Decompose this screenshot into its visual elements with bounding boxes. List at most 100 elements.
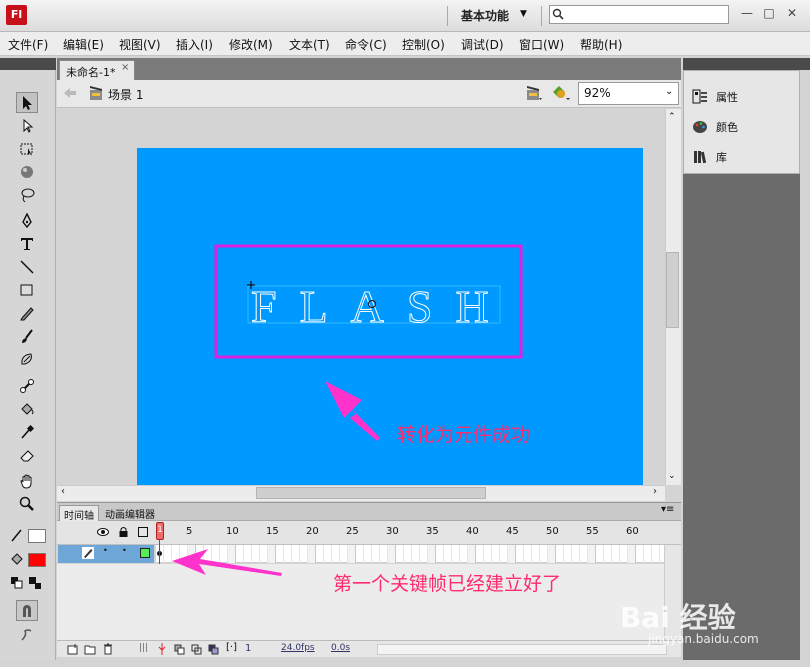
playhead[interactable]: 1 — [156, 522, 164, 540]
rectangle-tool-icon[interactable] — [16, 279, 38, 300]
frame-cell[interactable] — [620, 545, 628, 563]
scroll-up-icon[interactable]: ⌃ — [668, 112, 676, 122]
zoom-tool-icon[interactable] — [16, 493, 38, 514]
frame-cell[interactable] — [292, 545, 300, 563]
frame-cell[interactable] — [476, 545, 484, 563]
text-tool-icon[interactable] — [16, 233, 38, 254]
maximize-button[interactable]: □ — [760, 6, 778, 20]
color-panel-button[interactable]: 颜色 — [692, 119, 738, 135]
menu-control[interactable]: 控制(O) — [402, 36, 445, 53]
layer-visible-dot[interactable]: • — [103, 546, 108, 555]
menu-insert[interactable]: 插入(I) — [176, 36, 213, 53]
frame-cell[interactable] — [348, 545, 356, 563]
frame-cell[interactable] — [308, 545, 316, 563]
tab-motion-editor[interactable]: 动画编辑器 — [101, 505, 159, 522]
frame-cell[interactable] — [420, 545, 428, 563]
frame-cell[interactable] — [364, 545, 372, 563]
menu-text[interactable]: 文本(T) — [289, 36, 330, 53]
chevron-down-icon[interactable]: ⌄ — [665, 86, 673, 97]
fps-readout[interactable]: 24.0fps — [281, 643, 315, 653]
new-folder-icon[interactable] — [84, 644, 96, 655]
onion-skin-icon[interactable] — [174, 644, 186, 655]
frame-cell[interactable] — [484, 545, 492, 563]
right-panel-scrollbar[interactable] — [800, 70, 810, 660]
frame-cell[interactable] — [428, 545, 436, 563]
hand-tool-icon[interactable] — [16, 470, 38, 491]
subselection-tool-icon[interactable] — [16, 115, 38, 136]
frame-ruler[interactable]: 5 10 15 20 25 30 35 40 45 50 55 60 — [156, 521, 664, 545]
vertical-scroll-thumb[interactable] — [666, 252, 679, 328]
frame-cell[interactable] — [500, 545, 508, 563]
back-arrow-icon[interactable] — [63, 87, 77, 99]
frame-cell[interactable] — [492, 545, 500, 563]
frame-cell[interactable] — [508, 545, 516, 563]
frame-cell[interactable] — [404, 545, 412, 563]
edit-symbols-icon[interactable] — [551, 84, 571, 102]
edit-scene-icon[interactable] — [525, 84, 543, 102]
stroke-color-icon[interactable] — [6, 524, 28, 545]
frame-cell[interactable] — [468, 545, 476, 563]
frame-cell[interactable] — [532, 545, 540, 563]
frame-cell[interactable] — [396, 545, 404, 563]
3d-rotation-tool-icon[interactable] — [16, 161, 38, 182]
frame-cell[interactable] — [388, 545, 396, 563]
frame-cell[interactable] — [540, 545, 548, 563]
frame-cell[interactable] — [444, 545, 452, 563]
delete-layer-icon[interactable] — [103, 643, 113, 655]
menu-help[interactable]: 帮助(H) — [580, 36, 622, 53]
free-transform-tool-icon[interactable] — [16, 138, 38, 159]
library-panel-button[interactable]: 库 — [692, 149, 727, 165]
frame-cell[interactable] — [644, 545, 652, 563]
frame-cell[interactable] — [652, 545, 660, 563]
smooth-icon[interactable] — [16, 624, 38, 645]
frame-cell[interactable] — [596, 545, 604, 563]
frame-cell[interactable] — [580, 545, 588, 563]
frame-cell[interactable] — [340, 545, 348, 563]
search-input[interactable] — [549, 5, 729, 24]
frame-cell[interactable] — [612, 545, 620, 563]
bone-tool-icon[interactable] — [16, 375, 38, 396]
snap-to-objects-icon[interactable] — [16, 600, 38, 621]
fill-color-swatch[interactable] — [28, 553, 46, 567]
edit-multiple-frames-icon[interactable] — [208, 644, 220, 655]
frame-cell[interactable] — [316, 545, 324, 563]
scroll-right-icon[interactable]: › — [653, 486, 657, 497]
menu-commands[interactable]: 命令(C) — [345, 36, 387, 53]
pen-tool-icon[interactable] — [16, 210, 38, 231]
eyedropper-tool-icon[interactable] — [16, 421, 38, 442]
close-button[interactable]: ✕ — [783, 6, 801, 20]
layer-outline-color[interactable] — [140, 548, 150, 558]
frame-cell[interactable] — [412, 545, 420, 563]
minimize-button[interactable]: — — [738, 6, 756, 20]
frame-cell[interactable] — [460, 545, 468, 563]
frame-cell[interactable] — [556, 545, 564, 563]
timeline-hscrollbar[interactable] — [377, 644, 667, 655]
chevron-down-icon[interactable]: ▼ — [520, 9, 527, 19]
layer-lock-dot[interactable]: • — [122, 546, 127, 555]
frame-cell[interactable] — [356, 545, 364, 563]
workspace-switcher[interactable]: 基本功能 — [461, 7, 509, 24]
outline-icon[interactable] — [138, 527, 148, 537]
frame-cell[interactable] — [572, 545, 580, 563]
pencil-tool-icon[interactable] — [16, 302, 38, 323]
menu-debug[interactable]: 调试(D) — [461, 36, 504, 53]
onion-outlines-icon[interactable] — [191, 644, 203, 655]
scene-label[interactable]: 场景 1 — [108, 86, 143, 103]
frame-cell[interactable] — [604, 545, 612, 563]
frame-cell[interactable] — [324, 545, 332, 563]
menu-modify[interactable]: 修改(M) — [229, 36, 273, 53]
panel-menu-icon[interactable]: ▾≡ — [661, 504, 674, 515]
deco-tool-icon[interactable] — [16, 348, 38, 369]
lock-icon[interactable] — [118, 526, 129, 538]
frame-cell[interactable] — [524, 545, 532, 563]
brush-tool-icon[interactable] — [16, 325, 38, 346]
properties-panel-button[interactable]: 属性 — [692, 89, 738, 105]
fill-color-icon[interactable] — [6, 548, 28, 569]
selection-tool-icon[interactable] — [16, 92, 38, 113]
horizontal-scroll-thumb[interactable] — [256, 487, 486, 499]
lasso-tool-icon[interactable] — [16, 184, 38, 205]
frame-cell[interactable] — [628, 545, 636, 563]
scroll-down-icon[interactable]: ⌄ — [668, 471, 676, 481]
menu-file[interactable]: 文件(F) — [8, 36, 48, 53]
layer-row[interactable]: • • — [58, 545, 154, 563]
